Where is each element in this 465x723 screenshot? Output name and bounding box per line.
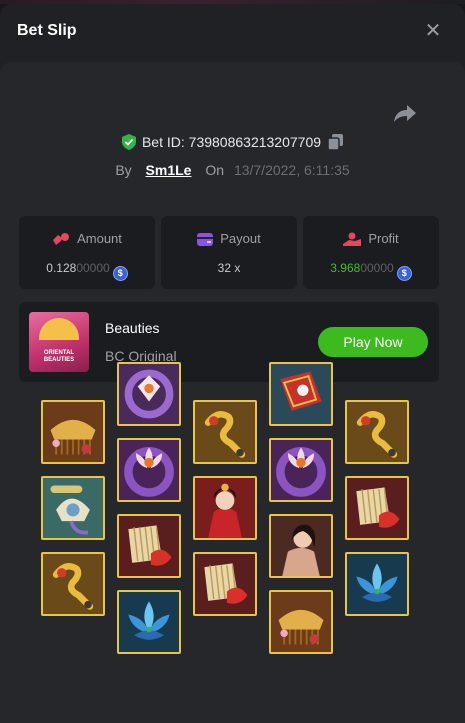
bet-id: Bet ID: 73980863213207709 — [141, 134, 322, 150]
bet-datetime: 13/7/2022, 6:11:35 — [233, 162, 350, 178]
reel-symbol-silk-fan — [193, 552, 257, 616]
reel-symbol-lotus-ring — [117, 438, 181, 502]
reel-symbol-lotus-ring — [269, 438, 333, 502]
reel-symbol-blue-lotus — [345, 552, 409, 616]
bet-slip-modal: Bet Slip ✕ Bet ID: 73980863213207709 By … — [0, 4, 465, 723]
game-name: Beauties — [105, 320, 160, 336]
amount-icon — [53, 233, 70, 245]
reel-symbol-silk-fan — [345, 476, 409, 540]
payout-label-row: Payout — [161, 231, 297, 246]
reel-symbol-comb — [41, 400, 105, 464]
modal-title: Bet Slip — [17, 22, 77, 39]
reel-symbol-jade-hairpin — [41, 552, 105, 616]
profit-icon — [343, 232, 362, 246]
bet-id-row: Bet ID: 73980863213207709 — [0, 134, 465, 153]
amount-value: 0.12800000 $ — [19, 261, 155, 281]
reel-symbol-jade-hairpin — [345, 400, 409, 464]
shield-check-icon — [121, 134, 136, 153]
share-icon[interactable] — [392, 102, 418, 124]
profit-value: 3.96800000 $ — [303, 261, 439, 281]
copy-icon[interactable] — [327, 134, 344, 153]
payout-value: 32 x — [217, 261, 241, 275]
reel-symbol-beauty-red — [193, 476, 257, 540]
payout-icon — [197, 233, 214, 246]
amount-label: Amount — [77, 231, 122, 246]
coin-icon: $ — [112, 266, 128, 281]
game-thumb-text: ORIENTAL BEAUTIES — [43, 350, 75, 363]
user-link[interactable]: Sm1Le — [146, 162, 192, 178]
fan-icon — [39, 318, 79, 340]
payout-card: Payout 32 x — [161, 216, 297, 289]
reel-symbol-bamboo-flute — [41, 476, 105, 540]
close-icon[interactable]: ✕ — [422, 20, 444, 42]
modal-body: Bet ID: 73980863213207709 By Sm1Le On 13… — [0, 62, 465, 723]
on-label: On — [205, 162, 225, 178]
reel-symbol-red-fan-book — [269, 362, 333, 426]
reel-symbol-blue-lotus — [117, 590, 181, 654]
coin-icon: $ — [396, 266, 412, 281]
payout-label: Payout — [220, 231, 261, 246]
reel-symbol-silk-fan — [117, 514, 181, 578]
game-thumbnail[interactable]: ORIENTAL BEAUTIES — [29, 312, 89, 372]
amount-label-row: Amount — [19, 231, 155, 246]
reel-symbol-fan-charm — [117, 362, 181, 426]
bet-byline: By Sm1Le On 13/7/2022, 6:11:35 — [0, 162, 465, 178]
modal-header: Bet Slip ✕ — [0, 4, 465, 60]
reel-grid — [0, 362, 465, 697]
profit-label-row: Profit — [303, 231, 439, 246]
by-label: By — [115, 162, 132, 178]
bet-stats: Amount 0.12800000 $ Payout 32 x Profit 3.… — [19, 216, 439, 289]
amount-card: Amount 0.12800000 $ — [19, 216, 155, 289]
reel-symbol-beauty-dark — [269, 514, 333, 578]
game-card: ORIENTAL BEAUTIES Beauties BC Original P… — [19, 302, 439, 382]
profit-card: Profit 3.96800000 $ — [303, 216, 439, 289]
reel-symbol-comb — [269, 590, 333, 654]
reel-symbol-jade-hairpin — [193, 400, 257, 464]
play-now-button[interactable]: Play Now — [318, 327, 428, 357]
profit-label: Profit — [368, 231, 399, 246]
